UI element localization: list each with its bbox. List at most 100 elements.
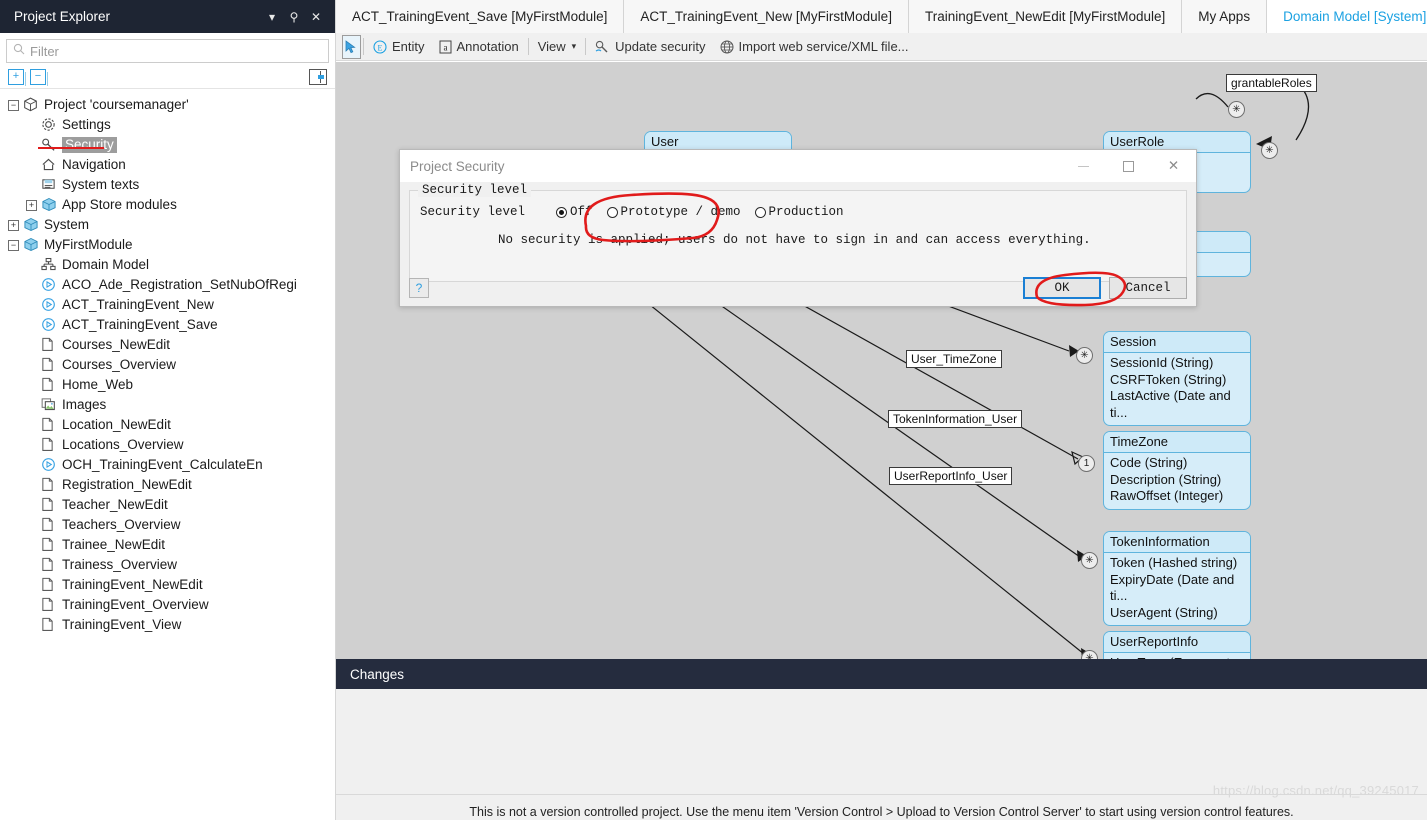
annotation-tool[interactable]: a Annotation — [432, 35, 526, 59]
maximize-icon[interactable] — [1106, 150, 1151, 182]
tree-toggle-spacer — [26, 460, 37, 471]
editor-tab-1[interactable]: ACT_TrainingEvent_New [MyFirstModule] — [624, 0, 909, 33]
tree-item-system[interactable]: + System — [0, 215, 335, 235]
editor-tab-4[interactable]: Domain Model [System]✕ — [1267, 0, 1427, 33]
update-security-label: Update security — [615, 39, 706, 54]
tree-item-trainingevent-newedit[interactable]: TrainingEvent_NewEdit — [0, 575, 335, 595]
tree-item-aco-ade-registration-setnubofregi[interactable]: ACO_Ade_Registration_SetNubOfRegi — [0, 275, 335, 295]
radio-prototype-demo[interactable]: Prototype / demo — [606, 205, 741, 219]
tree-item-settings[interactable]: Settings — [0, 115, 335, 135]
tree-item-label: Settings — [62, 117, 111, 132]
editor-tab-0[interactable]: ACT_TrainingEvent_Save [MyFirstModule] — [336, 0, 625, 33]
tree-item-system-texts[interactable]: System texts — [0, 175, 335, 195]
key-icon — [41, 137, 58, 153]
tree-toggle[interactable]: + — [26, 199, 37, 211]
entity-attribute: UserAgent (String) — [1110, 604, 1218, 620]
tree-toggle[interactable]: + — [8, 219, 19, 231]
diagram-toolbar: E Entity a Annotation View ▾ Update secu… — [336, 33, 1427, 61]
changes-panel-header[interactable]: Changes — [336, 659, 1427, 689]
page-icon — [41, 597, 58, 613]
ok-button[interactable]: OK — [1023, 277, 1101, 299]
images-icon — [41, 397, 58, 413]
entity-name: UserReportInfo — [1104, 632, 1250, 653]
tree-item-home-web[interactable]: Home_Web — [0, 375, 335, 395]
close-icon[interactable]: ✕ — [305, 10, 327, 24]
expand-all-button[interactable]: + — [8, 68, 26, 86]
tree-item-label: System texts — [62, 177, 140, 192]
tree-item-navigation[interactable]: Navigation — [0, 155, 335, 175]
radio-production-indicator — [754, 206, 766, 218]
tree-item-label: Images — [62, 397, 107, 412]
association-label[interactable]: UserReportInfo_User — [889, 467, 1013, 485]
help-icon[interactable]: ? — [409, 278, 429, 298]
pin-icon[interactable]: ⚲ — [283, 10, 305, 24]
tree-item-teacher-newedit[interactable]: Teacher_NewEdit — [0, 495, 335, 515]
collapse-all-button[interactable]: − — [30, 68, 48, 86]
entity-box[interactable]: Session SessionId (String) CSRFToken (Stri… — [1103, 331, 1251, 426]
tree-item-registration-newedit[interactable]: Registration_NewEdit — [0, 475, 335, 495]
cancel-button[interactable]: Cancel — [1109, 277, 1187, 299]
tree-item-project-coursemanager[interactable]: − Project 'coursemanager' — [0, 95, 335, 115]
tree-item-courses-overview[interactable]: Courses_Overview — [0, 355, 335, 375]
tree-toggle-spacer — [26, 520, 37, 531]
tree-item-trainee-newedit[interactable]: Trainee_NewEdit — [0, 535, 335, 555]
close-icon[interactable]: ✕ — [1151, 150, 1196, 182]
tree-item-app-store-modules[interactable]: + App Store modules — [0, 195, 335, 215]
search-input[interactable]: Filter — [6, 39, 329, 63]
radio-production[interactable]: Production — [754, 205, 844, 219]
annotation-icon: a — [439, 40, 452, 54]
entity-attribute: Description (String) — [1110, 471, 1222, 487]
tree-item-trainingevent-view[interactable]: TrainingEvent_View — [0, 615, 335, 635]
tree-item-act-trainingevent-save[interactable]: ACT_TrainingEvent_Save — [0, 315, 335, 335]
editor-tab-2[interactable]: TrainingEvent_NewEdit [MyFirstModule] — [908, 0, 1183, 33]
radio-production-label: Production — [768, 205, 844, 219]
tree-item-domain-model[interactable]: Domain Model — [0, 255, 335, 275]
radio-off[interactable]: Off — [556, 205, 593, 219]
tree-item-images[interactable]: Images — [0, 395, 335, 415]
tree-item-trainess-overview[interactable]: Trainess_Overview — [0, 555, 335, 575]
project-explorer-titlebar: Project Explorer ▾ ⚲ ✕ — [0, 0, 335, 33]
entity-box[interactable]: TokenInformation Token (Hashed string) Exp… — [1103, 531, 1251, 626]
tree-item-och-trainingevent-calculateen[interactable]: OCH_TrainingEvent_CalculateEn — [0, 455, 335, 475]
module-icon — [41, 197, 58, 213]
tree-toggle[interactable]: − — [8, 99, 19, 111]
system-texts-icon — [41, 177, 58, 193]
association-label[interactable]: User_TimeZone — [906, 350, 1002, 368]
tree-item-label: Registration_NewEdit — [62, 477, 192, 492]
entity-name: TokenInformation — [1104, 532, 1250, 553]
tree-toggle-spacer — [26, 340, 37, 351]
page-icon — [41, 357, 58, 373]
tree-item-teachers-overview[interactable]: Teachers_Overview — [0, 515, 335, 535]
tree-item-act-trainingevent-new[interactable]: ACT_TrainingEvent_New — [0, 295, 335, 315]
tree-toggle-spacer — [26, 420, 37, 431]
association-label[interactable]: grantableRoles — [1226, 74, 1317, 92]
association-label[interactable]: TokenInformation_User — [888, 410, 1023, 428]
tree-item-label: Courses_Overview — [62, 357, 177, 372]
page-icon — [41, 577, 58, 593]
tree-item-courses-newedit[interactable]: Courses_NewEdit — [0, 335, 335, 355]
entity-box[interactable]: TimeZone Code (String) Description (String… — [1103, 431, 1251, 510]
dock-panel-icon[interactable] — [309, 68, 327, 85]
entity-tool[interactable]: E Entity — [366, 35, 432, 59]
tree-item-myfirstmodule[interactable]: − MyFirstModule — [0, 235, 335, 255]
page-icon — [41, 557, 58, 573]
tree-item-trainingevent-overview[interactable]: TrainingEvent_Overview — [0, 595, 335, 615]
tree-item-label: TrainingEvent_NewEdit — [62, 577, 203, 592]
project-security-dialog[interactable]: Project Security ✕ Security level Securi… — [399, 149, 1197, 307]
tree-item-label: Courses_NewEdit — [62, 337, 171, 352]
editor-tab-3[interactable]: My Apps — [1182, 0, 1268, 33]
entity-attributes: SessionId (String) CSRFToken (String) Last… — [1104, 353, 1250, 425]
import-web-service-button[interactable]: Import web service/XML file... — [713, 35, 916, 59]
tree-item-locations-overview[interactable]: Locations_Overview — [0, 435, 335, 455]
toolbar-separator-3 — [585, 38, 587, 55]
chevron-down-icon[interactable]: ▾ — [261, 10, 283, 24]
tree-item-security[interactable]: Security — [0, 135, 335, 155]
tree-item-label: Trainess_Overview — [62, 557, 178, 572]
tree-item-location-newedit[interactable]: Location_NewEdit — [0, 415, 335, 435]
update-security-button[interactable]: Update security — [588, 35, 712, 59]
minimize-icon[interactable] — [1061, 150, 1106, 182]
entity-tool-label: Entity — [392, 39, 425, 54]
view-menu[interactable]: View ▾ — [531, 35, 583, 59]
pointer-tool[interactable] — [342, 34, 361, 59]
tree-toggle[interactable]: − — [8, 239, 19, 251]
